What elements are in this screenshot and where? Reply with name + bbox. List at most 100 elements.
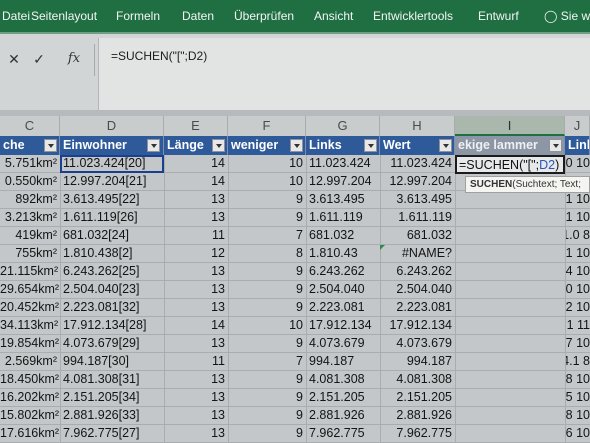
cell-wert[interactable]: 17.912.134 (380, 317, 455, 334)
column-header-j[interactable]: J (565, 116, 590, 136)
cell-laenge[interactable]: 14 (164, 155, 228, 172)
cell-eckige-klammer[interactable] (455, 317, 565, 334)
cell-einwohner[interactable]: 994.187[30] (60, 353, 164, 370)
cell-eckige-klammer[interactable] (455, 227, 565, 244)
cell-einwohner[interactable]: 2.151.205[34] (60, 389, 164, 406)
cell-einwohner[interactable]: 7.962.775[27] (60, 425, 164, 442)
cell-link[interactable]: 8 681.0 (565, 227, 590, 244)
cell-wert[interactable]: 7.962.775 (380, 425, 455, 442)
cell-link[interactable]: 11 17.91 (565, 317, 590, 334)
cell-link[interactable]: 8 994.1 (565, 353, 590, 370)
cell-einwohner[interactable]: 1.810.438[2] (60, 245, 164, 262)
cell-wert[interactable]: 12.997.204 (380, 173, 455, 190)
cancel-icon[interactable]: ✕ (4, 48, 24, 70)
cell-flaeche[interactable]: 15.802km² (0, 407, 60, 424)
cell-flaeche[interactable]: 5.751km² (0, 155, 60, 172)
cell-flaeche[interactable]: 34.113km² (0, 317, 60, 334)
column-header-i[interactable]: I (455, 116, 565, 136)
cell-links[interactable]: 12.997.204 (306, 173, 380, 190)
tooltip-function-name[interactable]: SUCHEN (470, 179, 512, 190)
cell-laenge[interactable]: 13 (164, 335, 228, 352)
cell-laenge[interactable]: 13 (164, 263, 228, 280)
selected-cell-d[interactable] (60, 155, 164, 173)
cell-links[interactable]: 2.223.081 (306, 299, 380, 316)
cell-links[interactable]: 1.611.119 (306, 209, 380, 226)
cell-link[interactable]: 10 2.15 (565, 389, 590, 406)
cell-flaeche[interactable]: 0.550km² (0, 173, 60, 190)
tab-seitenlayout[interactable]: Seitenlayout (31, 9, 97, 23)
cell-links[interactable]: 681.032 (306, 227, 380, 244)
cell-links[interactable]: 7.962.775 (306, 425, 380, 442)
cell-einwohner[interactable]: 3.613.495[22] (60, 191, 164, 208)
cell-flaeche[interactable]: 21.115km² (0, 263, 60, 280)
cell-laenge[interactable]: 13 (164, 299, 228, 316)
cell-laenge[interactable]: 13 (164, 209, 228, 226)
cell-eckige-klammer[interactable] (455, 281, 565, 298)
cell-link[interactable]: 10 1.61 (565, 209, 590, 226)
cell-weniger[interactable]: 9 (228, 371, 306, 388)
cell-links[interactable]: 17.912.134 (306, 317, 380, 334)
tab-entwicklertools[interactable]: Entwicklertools (373, 9, 453, 23)
cell-eckige-klammer[interactable] (455, 335, 565, 352)
cell-einwohner[interactable]: 6.243.262[25] (60, 263, 164, 280)
filter-dropdown-icon[interactable] (212, 139, 225, 152)
enter-icon[interactable]: ✓ (29, 48, 49, 70)
cell-links[interactable]: 11.023.424 (306, 155, 380, 172)
filter-dropdown-icon[interactable] (44, 139, 57, 152)
cell-eckige-klammer[interactable] (455, 263, 565, 280)
cell-links[interactable]: 2.504.040 (306, 281, 380, 298)
cell-laenge[interactable]: 13 (164, 371, 228, 388)
cell-flaeche[interactable]: 18.450km² (0, 371, 60, 388)
cell-flaeche[interactable]: 2.569km² (0, 353, 60, 370)
cell-wert[interactable]: 3.613.495 (380, 191, 455, 208)
tab-daten[interactable]: Daten (182, 9, 214, 23)
cell-wert[interactable]: 4.073.679 (380, 335, 455, 352)
cell-eckige-klammer[interactable] (455, 209, 565, 226)
cell-flaeche[interactable]: 3.213km² (0, 209, 60, 226)
cell-weniger[interactable]: 7 (228, 353, 306, 370)
cell-wert[interactable]: #NAME? (380, 245, 455, 262)
cell-flaeche[interactable]: 29.654km² (0, 281, 60, 298)
filter-dropdown-icon[interactable] (549, 139, 562, 152)
column-header-h[interactable]: H (380, 116, 455, 136)
cell-links[interactable]: 6.243.262 (306, 263, 380, 280)
cell-link[interactable]: 10 3.61 (565, 191, 590, 208)
cell-link[interactable]: 10 2.50 (565, 281, 590, 298)
column-header-e[interactable]: E (164, 116, 228, 136)
cell-laenge[interactable]: 12 (164, 245, 228, 262)
cell-weniger[interactable]: 9 (228, 263, 306, 280)
cell-laenge[interactable]: 13 (164, 389, 228, 406)
cell-links[interactable]: 2.151.205 (306, 389, 380, 406)
cell-weniger[interactable]: 9 (228, 335, 306, 352)
filter-dropdown-icon[interactable] (147, 139, 160, 152)
filter-dropdown-icon[interactable] (290, 139, 303, 152)
cell-weniger[interactable]: 10 (228, 317, 306, 334)
cell-wert[interactable]: 1.611.119 (380, 209, 455, 226)
cell-laenge[interactable]: 14 (164, 173, 228, 190)
cell-weniger[interactable]: 9 (228, 425, 306, 442)
cell-flaeche[interactable]: 17.616km² (0, 425, 60, 442)
cell-wert[interactable]: 2.223.081 (380, 299, 455, 316)
cell-laenge[interactable]: 14 (164, 317, 228, 334)
cell-laenge[interactable]: 13 (164, 407, 228, 424)
tab-ansicht[interactable]: Ansicht (314, 9, 353, 23)
cell-flaeche[interactable]: 419km² (0, 227, 60, 244)
cell-link[interactable]: 10 1.81 (565, 245, 590, 262)
cell-laenge[interactable]: 13 (164, 191, 228, 208)
cell-weniger[interactable]: 9 (228, 209, 306, 226)
cell-wert[interactable]: 4.081.308 (380, 371, 455, 388)
cell-einwohner[interactable]: 2.504.040[23] (60, 281, 164, 298)
cell-weniger[interactable]: 10 (228, 173, 306, 190)
column-header-c[interactable]: C (0, 116, 60, 136)
cell-flaeche[interactable]: 19.854km² (0, 335, 60, 352)
cell-einwohner[interactable]: 1.611.119[26] (60, 209, 164, 226)
cell-einwohner[interactable]: 4.073.679[29] (60, 335, 164, 352)
cell-weniger[interactable]: 8 (228, 245, 306, 262)
cell-weniger[interactable]: 9 (228, 191, 306, 208)
cell-wert[interactable]: 2.151.205 (380, 389, 455, 406)
cell-wert[interactable]: 681.032 (380, 227, 455, 244)
cell-links[interactable]: 994.187 (306, 353, 380, 370)
tab-entwurf[interactable]: Entwurf (478, 9, 519, 23)
tab-ueberpruefen[interactable]: Überprüfen (234, 9, 294, 23)
insert-function-icon[interactable]: fx (62, 48, 86, 70)
